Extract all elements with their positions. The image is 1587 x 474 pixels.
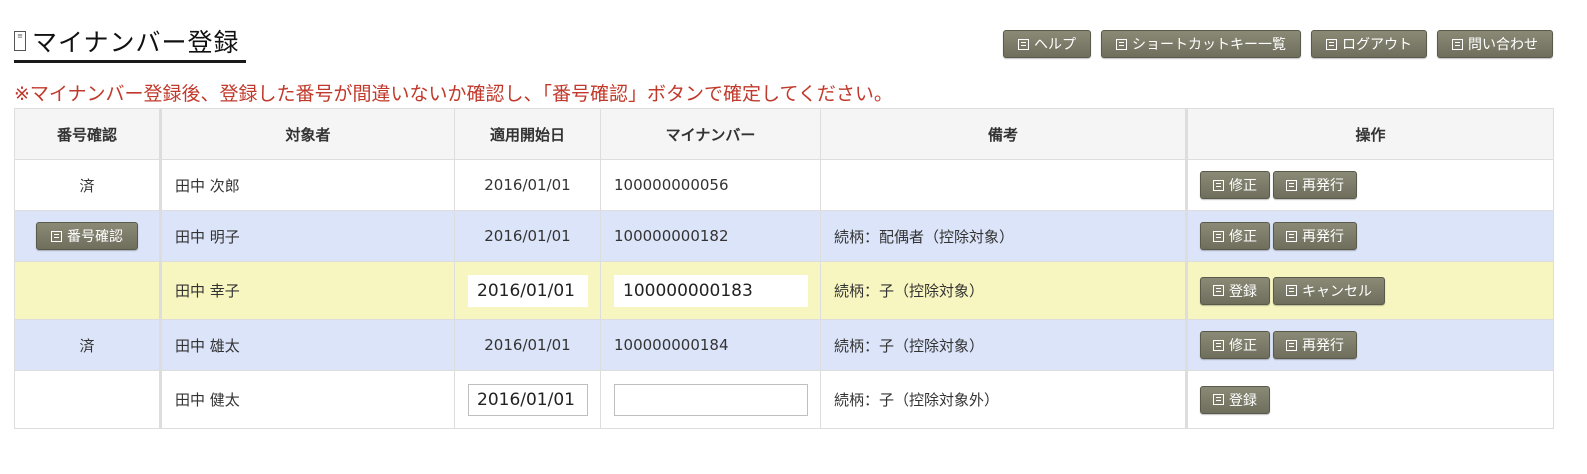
help-button[interactable]: ヘルプ <box>1003 30 1091 58</box>
mynumber-input[interactable] <box>614 274 808 307</box>
column-header-note: 備考 <box>820 108 1187 160</box>
reissue-button[interactable]: 再発行 <box>1273 171 1357 199</box>
table-row: 済 田中 雄太 2016/01/01 100000000184 続柄：子（控除対… <box>14 319 1554 371</box>
shortcut-list-button[interactable]: ショートカットキー一覧 <box>1101 30 1301 58</box>
page-icon: ≡ <box>14 31 26 51</box>
mynumber-cell <box>600 261 821 320</box>
page-title-text: マイナンバー登録 <box>32 28 240 57</box>
check-status <box>14 370 161 429</box>
column-header-mynumber: マイナンバー <box>600 108 821 160</box>
contact-button[interactable]: 問い合わせ <box>1437 30 1553 58</box>
start-date-input[interactable] <box>468 274 588 307</box>
target-name: 田中 明子 <box>159 210 455 262</box>
notice-message: ※マイナンバー登録後、登録した番号が間違いないか確認し、「番号確認」ボタンで確定… <box>14 83 893 105</box>
note <box>820 159 1187 211</box>
register-button[interactable]: 登録 <box>1200 385 1270 414</box>
doc-icon <box>1286 230 1297 242</box>
column-header-name: 対象者 <box>159 108 455 160</box>
page-title: ≡ マイナンバー登録 <box>14 22 246 63</box>
mynumber-value: 100000000184 <box>600 319 821 371</box>
column-header-check: 番号確認 <box>14 108 161 160</box>
doc-icon <box>1213 339 1224 351</box>
cancel-button[interactable]: キャンセル <box>1273 276 1385 305</box>
mynumber-value: 100000000182 <box>600 210 821 262</box>
mynumber-cell <box>600 370 821 429</box>
doc-icon <box>1213 285 1224 296</box>
doc-icon <box>1286 179 1297 191</box>
table-row: 番号確認 田中 明子 2016/01/01 100000000182 続柄：配偶… <box>14 210 1554 262</box>
actions-cell: 修正 再発行 <box>1185 319 1554 371</box>
target-name: 田中 健太 <box>159 370 455 429</box>
note: 続柄：子（控除対象外） <box>820 370 1187 429</box>
confirm-number-button[interactable]: 番号確認 <box>36 222 138 250</box>
doc-icon <box>1213 394 1224 405</box>
mynumber-input[interactable] <box>614 383 808 416</box>
doc-icon <box>1018 38 1029 50</box>
actions-cell: 登録 <box>1185 370 1554 429</box>
doc-icon <box>1286 339 1297 351</box>
table-row-new: 田中 健太 続柄：子（控除対象外） 登録 <box>14 370 1554 429</box>
target-name: 田中 次郎 <box>159 159 455 211</box>
check-status: 済 <box>14 319 161 371</box>
reissue-button[interactable]: 再発行 <box>1273 331 1357 359</box>
doc-icon <box>1452 38 1463 50</box>
doc-icon <box>1213 230 1224 242</box>
start-date: 2016/01/01 <box>454 319 601 371</box>
doc-icon <box>1286 285 1297 296</box>
table-header-row: 番号確認 対象者 適用開始日 マイナンバー 備考 操作 <box>14 108 1554 160</box>
doc-icon <box>51 230 62 242</box>
register-button[interactable]: 登録 <box>1200 276 1270 305</box>
note: 続柄：配偶者（控除対象） <box>820 210 1187 262</box>
start-date: 2016/01/01 <box>454 210 601 262</box>
check-cell: 番号確認 <box>14 210 161 262</box>
reissue-button[interactable]: 再発行 <box>1273 222 1357 250</box>
check-status: 済 <box>14 159 161 211</box>
edit-button[interactable]: 修正 <box>1200 222 1270 250</box>
doc-icon <box>1326 38 1337 50</box>
start-date-cell <box>454 261 601 320</box>
mynumber-table: 番号確認 対象者 適用開始日 マイナンバー 備考 操作 済 田中 次郎 2016… <box>14 108 1554 429</box>
edit-button[interactable]: 修正 <box>1200 331 1270 359</box>
actions-cell: 修正 再発行 <box>1185 210 1554 262</box>
actions-cell: 登録 キャンセル <box>1185 261 1554 320</box>
target-name: 田中 雄太 <box>159 319 455 371</box>
actions-cell: 修正 再発行 <box>1185 159 1554 211</box>
start-date-cell <box>454 370 601 429</box>
edit-button[interactable]: 修正 <box>1200 171 1270 199</box>
target-name: 田中 幸子 <box>159 261 455 320</box>
doc-icon <box>1116 38 1127 50</box>
column-header-actions: 操作 <box>1185 108 1554 160</box>
mynumber-value: 100000000056 <box>600 159 821 211</box>
header-buttons: ヘルプ ショートカットキー一覧 ログアウト 問い合わせ <box>1003 30 1553 58</box>
table-row: 済 田中 次郎 2016/01/01 100000000056 修正 再発行 <box>14 159 1554 211</box>
doc-icon <box>1213 179 1224 191</box>
column-header-start-date: 適用開始日 <box>454 108 601 160</box>
check-status <box>14 261 161 320</box>
note: 続柄：子（控除対象） <box>820 319 1187 371</box>
logout-button[interactable]: ログアウト <box>1311 30 1427 58</box>
note: 続柄：子（控除対象） <box>820 261 1187 320</box>
table-row-editing: 田中 幸子 続柄：子（控除対象） 登録キャンセル <box>14 261 1554 320</box>
start-date: 2016/01/01 <box>454 159 601 211</box>
start-date-input[interactable] <box>468 383 588 416</box>
